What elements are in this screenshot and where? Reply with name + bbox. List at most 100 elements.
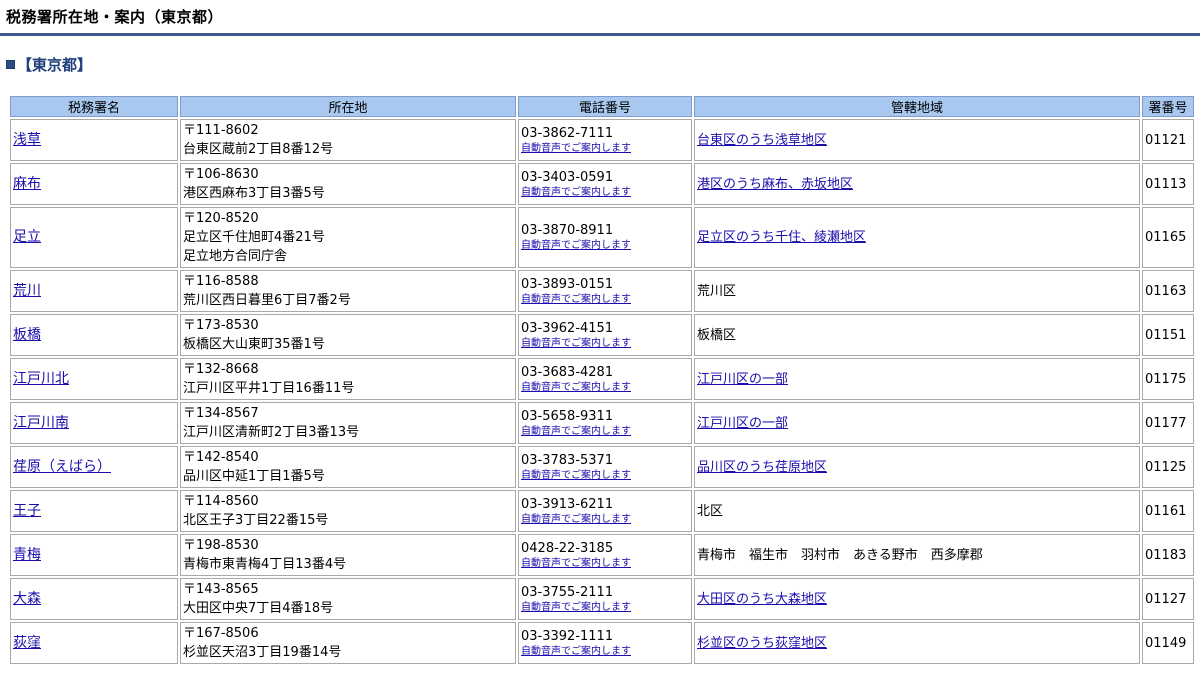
jurisdiction-link[interactable]: 江戸川区の一部	[697, 372, 788, 387]
phone-number: 03-3913-6211	[521, 496, 614, 512]
cell-jurisdiction: 台東区のうち浅草地区	[694, 119, 1140, 161]
cell-address: 〒132-8668 江戸川区平井1丁目16番11号	[180, 358, 516, 400]
cell-office-name: 青梅	[10, 534, 178, 576]
cell-office-code: 01127	[1142, 578, 1194, 620]
cell-office-name: 荻窪	[10, 622, 178, 664]
auto-voice-link[interactable]: 自動音声でご案内します	[521, 469, 689, 483]
office-name-link[interactable]: 荏原（えばら）	[13, 459, 111, 475]
office-name-link[interactable]: 浅草	[13, 132, 41, 148]
office-name-link[interactable]: 江戸川南	[13, 415, 69, 431]
jurisdiction-text: 荒川区	[697, 283, 737, 299]
office-name-link[interactable]: 王子	[13, 503, 41, 519]
auto-voice-link[interactable]: 自動音声でご案内します	[521, 337, 689, 351]
postal-code: 〒114-8560	[183, 494, 259, 509]
postal-code: 〒143-8565	[183, 582, 259, 597]
phone-number: 03-3392-1111	[521, 628, 614, 644]
cell-office-name: 浅草	[10, 119, 178, 161]
office-name-link[interactable]: 荒川	[13, 283, 41, 299]
header-address: 所在地	[180, 96, 516, 117]
jurisdiction-link[interactable]: 港区のうち麻布、赤坂地区	[697, 177, 853, 192]
header-office-code: 署番号	[1142, 96, 1194, 117]
header-office-name: 税務署名	[10, 96, 178, 117]
auto-voice-link[interactable]: 自動音声でご案内します	[521, 513, 689, 527]
address-line: 大田区中央7丁目4番18号	[183, 601, 334, 616]
cell-address: 〒198-8530 青梅市東青梅4丁目13番4号	[180, 534, 516, 576]
auto-voice-link[interactable]: 自動音声でご案内します	[521, 186, 689, 200]
jurisdiction-text: 板橋区	[697, 327, 737, 343]
cell-phone: 03-3862-7111 自動音声でご案内します	[518, 119, 692, 161]
office-name-link[interactable]: 足立	[13, 229, 41, 245]
office-name-link[interactable]: 青梅	[13, 547, 41, 563]
cell-phone: 03-3913-6211 自動音声でご案内します	[518, 490, 692, 532]
address-line: 港区西麻布3丁目3番5号	[183, 186, 325, 201]
header-phone: 電話番号	[518, 96, 692, 117]
cell-office-code: 01125	[1142, 446, 1194, 488]
jurisdiction-link[interactable]: 江戸川区の一部	[697, 416, 788, 431]
phone-number: 03-3962-4151	[521, 320, 614, 336]
auto-voice-link[interactable]: 自動音声でご案内します	[521, 293, 689, 307]
postal-code: 〒167-8506	[183, 626, 259, 641]
auto-voice-link[interactable]: 自動音声でご案内します	[521, 645, 689, 659]
table-row: 浅草 〒111-8602 台東区蔵前2丁目8番12号 03-3862-7111 自動音声…	[10, 119, 1194, 161]
jurisdiction-link[interactable]: 品川区のうち荏原地区	[697, 460, 827, 475]
cell-phone: 03-5658-9311 自動音声でご案内します	[518, 402, 692, 444]
tax-office-table: 税務署名 所在地 電話番号 管轄地域 署番号 浅草 〒111-8602 台東区蔵前2…	[8, 94, 1196, 666]
postal-code: 〒120-8520	[183, 211, 259, 226]
cell-office-name: 江戸川北	[10, 358, 178, 400]
cell-address: 〒116-8588 荒川区西日暮里6丁目7番2号	[180, 270, 516, 312]
address-line: 台東区蔵前2丁目8番12号	[183, 142, 334, 157]
postal-code: 〒111-8602	[183, 123, 259, 138]
cell-jurisdiction: 足立区のうち千住、綾瀬地区	[694, 207, 1140, 268]
phone-number: 0428-22-3185	[521, 540, 614, 556]
cell-jurisdiction: 板橋区	[694, 314, 1140, 356]
jurisdiction-link[interactable]: 台東区のうち浅草地区	[697, 133, 827, 148]
auto-voice-link[interactable]: 自動音声でご案内します	[521, 425, 689, 439]
cell-office-code: 01175	[1142, 358, 1194, 400]
table-body: 浅草 〒111-8602 台東区蔵前2丁目8番12号 03-3862-7111 自動音声…	[10, 119, 1194, 664]
cell-office-code: 01163	[1142, 270, 1194, 312]
cell-phone: 03-3403-0591 自動音声でご案内します	[518, 163, 692, 205]
postal-code: 〒198-8530	[183, 538, 259, 553]
auto-voice-link[interactable]: 自動音声でご案内します	[521, 557, 689, 571]
cell-jurisdiction: 江戸川区の一部	[694, 358, 1140, 400]
cell-jurisdiction: 大田区のうち大森地区	[694, 578, 1140, 620]
office-name-link[interactable]: 江戸川北	[13, 371, 69, 387]
auto-voice-link[interactable]: 自動音声でご案内します	[521, 239, 689, 253]
cell-office-code: 01121	[1142, 119, 1194, 161]
jurisdiction-link[interactable]: 大田区のうち大森地区	[697, 592, 827, 607]
jurisdiction-link[interactable]: 杉並区のうち荻窪地区	[697, 636, 827, 651]
cell-office-name: 荏原（えばら）	[10, 446, 178, 488]
cell-address: 〒106-8630 港区西麻布3丁目3番5号	[180, 163, 516, 205]
table-row: 板橋 〒173-8530 板橋区大山東町35番1号 03-3962-4151 自動音声で…	[10, 314, 1194, 356]
address-line: 品川区中延1丁目1番5号	[183, 469, 325, 484]
office-name-link[interactable]: 荻窪	[13, 635, 41, 651]
cell-office-name: 足立	[10, 207, 178, 268]
square-bullet-icon	[6, 60, 15, 69]
cell-jurisdiction: 江戸川区の一部	[694, 402, 1140, 444]
cell-office-name: 荒川	[10, 270, 178, 312]
table-row: 大森 〒143-8565 大田区中央7丁目4番18号 03-3755-2111 自動音声…	[10, 578, 1194, 620]
office-name-link[interactable]: 麻布	[13, 176, 41, 192]
table-row: 青梅 〒198-8530 青梅市東青梅4丁目13番4号 0428-22-3185 自動音…	[10, 534, 1194, 576]
jurisdiction-text: 青梅市 福生市 羽村市 あきる野市 西多摩郡	[697, 547, 983, 563]
cell-address: 〒120-8520 足立区千住旭町4番21号 足立地方合同庁舎	[180, 207, 516, 268]
cell-phone: 0428-22-3185 自動音声でご案内します	[518, 534, 692, 576]
jurisdiction-link[interactable]: 足立区のうち千住、綾瀬地区	[697, 230, 866, 245]
postal-code: 〒134-8567	[183, 406, 259, 421]
postal-code: 〒173-8530	[183, 318, 259, 333]
auto-voice-link[interactable]: 自動音声でご案内します	[521, 142, 689, 156]
table-row: 荏原（えばら） 〒142-8540 品川区中延1丁目1番5号 03-3783-5371…	[10, 446, 1194, 488]
office-name-link[interactable]: 板橋	[13, 327, 41, 343]
address-line: 足立区千住旭町4番21号	[183, 230, 325, 245]
cell-jurisdiction: 荒川区	[694, 270, 1140, 312]
table-row: 江戸川北 〒132-8668 江戸川区平井1丁目16番11号 03-3683-4281…	[10, 358, 1194, 400]
section-heading: 【東京都】	[6, 54, 92, 75]
address-line: 荒川区西日暮里6丁目7番2号	[183, 293, 351, 308]
auto-voice-link[interactable]: 自動音声でご案内します	[521, 601, 689, 615]
office-name-link[interactable]: 大森	[13, 591, 41, 607]
cell-phone: 03-3893-0151 自動音声でご案内します	[518, 270, 692, 312]
address-line: 江戸川区平井1丁目16番11号	[183, 381, 355, 396]
cell-office-code: 01161	[1142, 490, 1194, 532]
table-row: 荻窪 〒167-8506 杉並区天沼3丁目19番14号 03-3392-1111 自動音…	[10, 622, 1194, 664]
auto-voice-link[interactable]: 自動音声でご案内します	[521, 381, 689, 395]
